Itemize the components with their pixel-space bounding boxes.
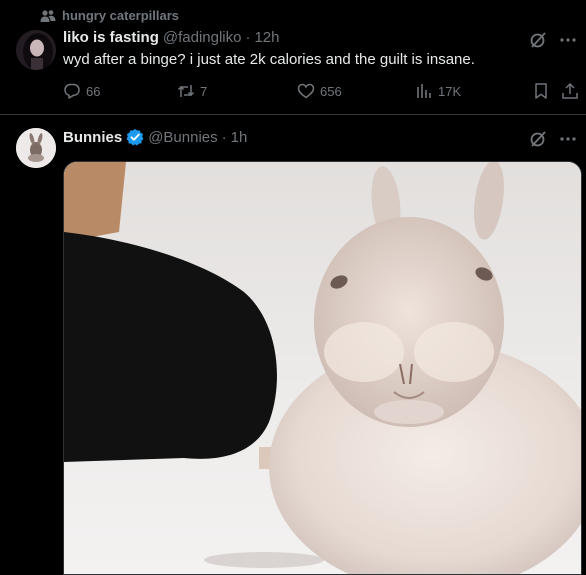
bunny-image xyxy=(64,162,581,574)
share-button[interactable] xyxy=(561,82,579,100)
like-button[interactable]: 656 xyxy=(297,82,342,100)
avatar-image xyxy=(16,128,56,168)
tweet-header: liko is fasting @fadingliko · 12h xyxy=(63,29,280,46)
author-handle[interactable]: @fadingliko xyxy=(163,29,242,46)
retweet-count: 7 xyxy=(200,83,208,99)
tweet-header: Bunnies @Bunnies · 1h xyxy=(63,128,247,146)
grok-icon[interactable] xyxy=(528,30,548,50)
bookmark-button[interactable] xyxy=(532,82,550,100)
author-handle[interactable]: @Bunnies xyxy=(148,129,217,146)
social-context[interactable]: hungry caterpillars xyxy=(40,8,179,23)
timestamp[interactable]: 12h xyxy=(254,29,279,46)
reply-button[interactable]: 66 xyxy=(63,82,100,100)
bookmark-icon xyxy=(535,83,547,99)
timestamp[interactable]: 1h xyxy=(231,129,248,146)
media-video-thumbnail[interactable] xyxy=(63,161,582,575)
more-icon[interactable] xyxy=(558,129,578,149)
reply-icon xyxy=(64,83,80,99)
tweet-top-actions xyxy=(528,30,578,50)
grok-icon[interactable] xyxy=(528,129,548,149)
views-button[interactable]: 17K xyxy=(415,82,461,100)
author-name[interactable]: liko is fasting xyxy=(63,29,159,46)
reply-count: 66 xyxy=(86,83,101,99)
more-icon[interactable] xyxy=(558,30,578,50)
tweet-actions: 66 7 656 17K xyxy=(63,82,578,102)
separator: · xyxy=(221,128,227,146)
like-icon xyxy=(297,83,315,99)
like-count: 656 xyxy=(320,83,342,99)
avatar-image xyxy=(16,30,56,70)
tweet-top-actions xyxy=(528,129,578,149)
people-icon xyxy=(40,9,56,22)
verified-badge-icon[interactable] xyxy=(126,128,144,146)
tweet-text: wyd after a binge? i just ate 2k calorie… xyxy=(63,51,475,68)
retweet-button[interactable]: 7 xyxy=(177,82,207,100)
avatar[interactable] xyxy=(16,128,56,168)
views-icon xyxy=(417,84,431,98)
social-context-label: hungry caterpillars xyxy=(62,8,180,23)
avatar[interactable] xyxy=(16,30,56,70)
tweet[interactable]: hungry caterpillars liko is fasting @fad… xyxy=(0,0,586,115)
views-count: 17K xyxy=(438,83,462,99)
author-name[interactable]: Bunnies xyxy=(63,129,122,146)
retweet-icon xyxy=(177,85,195,97)
separator: · xyxy=(245,29,251,46)
share-icon xyxy=(562,82,578,99)
tweet[interactable]: Bunnies @Bunnies · 1h xyxy=(0,115,586,575)
